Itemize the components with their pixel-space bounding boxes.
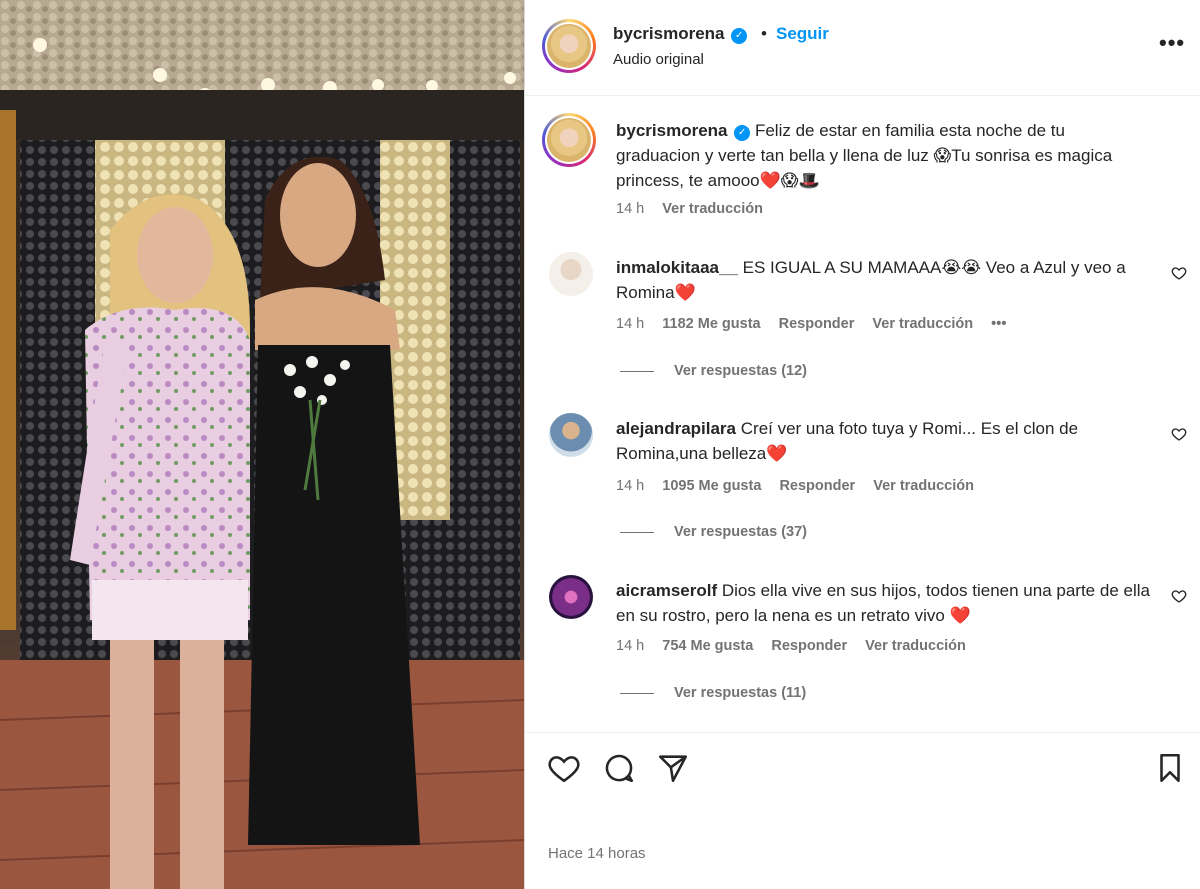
- commenter-avatar[interactable]: [549, 413, 593, 457]
- translate-link[interactable]: Ver traducción: [873, 478, 974, 494]
- commenter-username[interactable]: inmalokitaaa__: [616, 258, 738, 277]
- view-replies-button[interactable]: Ver respuestas (37): [620, 524, 807, 540]
- audio-label[interactable]: Audio original: [613, 51, 704, 68]
- author-avatar[interactable]: [542, 19, 596, 73]
- separator-dot: •: [761, 24, 767, 43]
- translate-link[interactable]: Ver traducción: [872, 316, 973, 332]
- verified-badge-icon: ✓: [731, 28, 748, 44]
- commenter-avatar[interactable]: [549, 252, 593, 296]
- post-timestamp[interactable]: Hace 14 horas: [548, 845, 646, 862]
- caption-translate-link[interactable]: Ver traducción: [662, 201, 763, 217]
- commenter-avatar[interactable]: [549, 575, 593, 619]
- commenter-username[interactable]: alejandrapilara: [616, 419, 736, 438]
- replies-divider: [620, 370, 654, 372]
- reply-button[interactable]: Responder: [779, 478, 855, 494]
- caption-avatar[interactable]: [542, 113, 596, 167]
- comment-likes[interactable]: 1182 Me gusta: [662, 316, 760, 332]
- caption-time[interactable]: 14 h: [616, 201, 644, 217]
- reply-button[interactable]: Responder: [771, 638, 847, 654]
- commenter-username[interactable]: aicramserolf: [616, 581, 717, 600]
- post-photo: [0, 0, 524, 889]
- caption: bycrismorena ✓ Feliz de estar en familia…: [616, 118, 1136, 193]
- author-username[interactable]: bycrismorena ✓: [613, 24, 748, 44]
- comment-time[interactable]: 14 h: [616, 316, 644, 332]
- view-replies-button[interactable]: Ver respuestas (11): [620, 685, 806, 701]
- more-options-icon[interactable]: •••: [1159, 30, 1185, 56]
- comment-likes[interactable]: 754 Me gusta: [662, 638, 753, 654]
- comment-options-icon[interactable]: •••: [991, 316, 1006, 332]
- caption-username[interactable]: bycrismorena: [616, 121, 728, 140]
- comment-time[interactable]: 14 h: [616, 478, 644, 494]
- comment-like-heart-icon[interactable]: [1171, 426, 1187, 442]
- photo-illustration: [0, 0, 524, 889]
- replies-divider: [620, 531, 654, 533]
- view-replies-button[interactable]: Ver respuestas (12): [620, 363, 807, 379]
- comment-time[interactable]: 14 h: [616, 638, 644, 654]
- comment-like-heart-icon[interactable]: [1171, 265, 1187, 281]
- caption-meta: 14 h Ver traducción: [616, 201, 777, 217]
- heart-icon[interactable]: [547, 751, 581, 785]
- comment-like-heart-icon[interactable]: [1171, 588, 1187, 604]
- follow-button[interactable]: Seguir: [776, 24, 829, 44]
- comment-body: inmalokitaaa__ ES IGUAL A SU MAMAAA😭😭 Ve…: [616, 255, 1156, 305]
- post-header: bycrismorena ✓ • Seguir Audio original •…: [525, 0, 1200, 96]
- verified-badge-icon: ✓: [734, 125, 751, 141]
- comment-body: aicramserolf Dios ella vive en sus hijos…: [616, 578, 1156, 628]
- post-sidebar: bycrismorena ✓ • Seguir Audio original •…: [524, 0, 1200, 889]
- comment-meta: 14 h 1182 Me gusta Responder Ver traducc…: [616, 316, 1020, 332]
- comment-icon[interactable]: [602, 751, 636, 785]
- post-actions: Hace 14 horas: [525, 732, 1200, 889]
- replies-divider: [620, 692, 654, 694]
- translate-link[interactable]: Ver traducción: [865, 638, 966, 654]
- reply-button[interactable]: Responder: [779, 316, 855, 332]
- comment-meta: 14 h 754 Me gusta Responder Ver traducci…: [616, 638, 980, 654]
- comment-meta: 14 h 1095 Me gusta Responder Ver traducc…: [616, 478, 988, 494]
- comment-body: alejandrapilara Creí ver una foto tuya y…: [616, 416, 1156, 466]
- comment-likes[interactable]: 1095 Me gusta: [662, 478, 761, 494]
- bookmark-icon[interactable]: [1153, 751, 1187, 785]
- share-icon[interactable]: [656, 751, 690, 785]
